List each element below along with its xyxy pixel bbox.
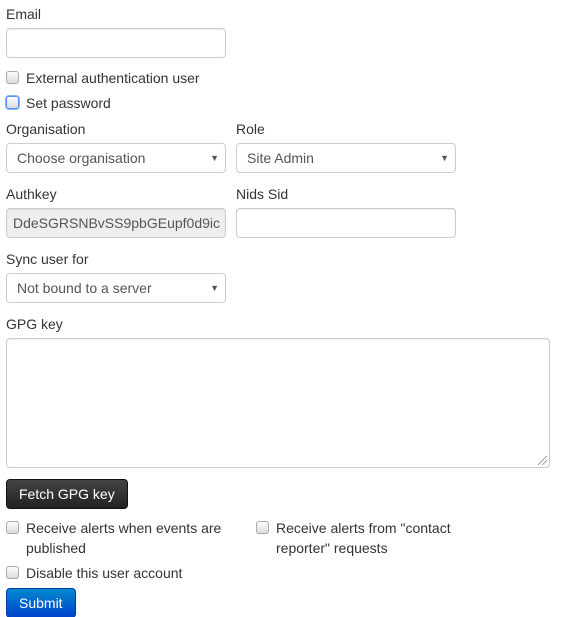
receive-alerts-published-label-line2: published bbox=[26, 540, 86, 556]
sync-user-selected-value: Not bound to a server bbox=[17, 280, 152, 296]
chevron-down-icon: ▼ bbox=[210, 153, 219, 163]
nids-sid-input[interactable] bbox=[236, 208, 456, 238]
receive-alerts-contact-label: Receive alerts from "contact reporter" r… bbox=[276, 518, 451, 558]
disable-account-checkbox[interactable] bbox=[6, 566, 19, 579]
set-password-label: Set password bbox=[26, 95, 111, 111]
set-password-checkbox[interactable] bbox=[6, 96, 19, 109]
email-label: Email bbox=[6, 6, 42, 22]
email-input[interactable] bbox=[6, 28, 226, 58]
nids-sid-label: Nids Sid bbox=[236, 186, 289, 202]
chevron-down-icon: ▼ bbox=[440, 153, 449, 163]
chevron-down-icon: ▼ bbox=[210, 283, 219, 293]
organisation-label: Organisation bbox=[6, 121, 86, 137]
role-select[interactable]: Site Admin ▼ bbox=[236, 143, 456, 173]
sync-user-select[interactable]: Not bound to a server ▼ bbox=[6, 273, 226, 303]
receive-alerts-published-checkbox[interactable] bbox=[6, 521, 19, 534]
fetch-gpg-key-button[interactable]: Fetch GPG key bbox=[6, 479, 128, 509]
receive-alerts-published-label: Receive alerts when events are published bbox=[26, 518, 221, 558]
gpg-key-label: GPG key bbox=[6, 316, 63, 332]
gpg-key-textarea[interactable] bbox=[6, 338, 550, 468]
receive-alerts-contact-label-line1: Receive alerts from "contact bbox=[276, 520, 451, 536]
sync-user-label: Sync user for bbox=[6, 251, 89, 267]
authkey-label: Authkey bbox=[6, 186, 57, 202]
receive-alerts-published-label-line1: Receive alerts when events are bbox=[26, 520, 222, 536]
organisation-select[interactable]: Choose organisation ▼ bbox=[6, 143, 226, 173]
receive-alerts-contact-label-line2: reporter" requests bbox=[276, 540, 388, 556]
receive-alerts-contact-checkbox[interactable] bbox=[256, 521, 269, 534]
organisation-selected-value: Choose organisation bbox=[17, 150, 146, 166]
resize-handle-icon[interactable] bbox=[538, 456, 547, 465]
external-auth-checkbox[interactable] bbox=[6, 71, 19, 84]
role-selected-value: Site Admin bbox=[247, 150, 314, 166]
external-auth-label: External authentication user bbox=[26, 70, 200, 86]
authkey-input: DdeSGRSNBvSS9pbGEupf0d9ic bbox=[6, 208, 226, 238]
disable-account-label: Disable this user account bbox=[26, 565, 183, 581]
role-label: Role bbox=[236, 121, 265, 137]
submit-button[interactable]: Submit bbox=[6, 588, 76, 617]
